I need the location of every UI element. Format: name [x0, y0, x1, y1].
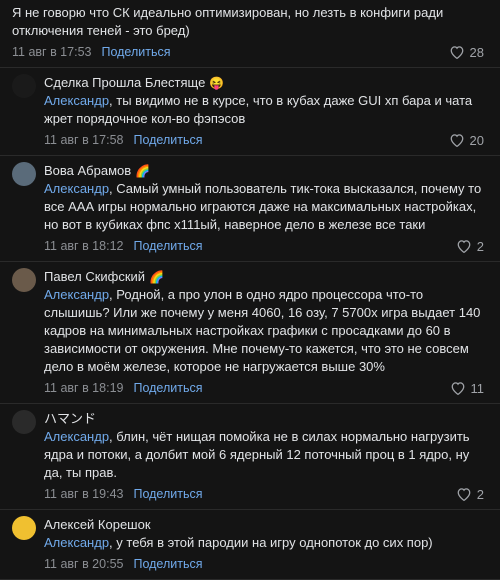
like-count: 20 [469, 132, 484, 148]
comment-meta: 11 авг в 17:53 Поделиться 28 [12, 40, 484, 64]
share-button[interactable]: Поделиться [133, 133, 202, 147]
comment-meta: 11 авг в 20:55 Поделиться [44, 552, 484, 576]
reply-mention-link[interactable]: Александр [44, 181, 109, 196]
like-button[interactable]: 2 [456, 487, 484, 502]
heart-icon [457, 240, 471, 253]
like-count: 11 [470, 380, 485, 396]
like-count: 2 [476, 486, 484, 502]
author-name-text: ハマンド [44, 411, 97, 426]
author-name[interactable]: Алексей Корешок [44, 516, 484, 534]
author-name[interactable]: Сделка Прошла Блестяще 😝 [44, 74, 484, 92]
comment-item: Вова Абрамов 🌈 Александр, Самый умный поль… [0, 156, 500, 258]
share-button[interactable]: Поделиться [133, 557, 202, 571]
comment-text: Александр, Самый умный пользователь тик-… [44, 180, 484, 234]
avatar[interactable] [12, 74, 36, 98]
comment-item: Алексей Корешок Александр, у тебя в этой … [0, 510, 500, 576]
heart-icon [451, 382, 464, 395]
comment-text: Александр, Родной, а про улон в одно ядр… [44, 286, 484, 376]
author-name-text: Сделка Прошла Блестяще [44, 75, 206, 90]
status-emoji-icon: 😝 [209, 76, 225, 90]
author-name-text: Вова Абрамов [44, 163, 132, 178]
heart-icon [450, 46, 463, 59]
comment-body: , Родной, а про улон в одно ядро процесс… [44, 287, 481, 374]
comment-text: Александр, блин, чёт нищая помойка не в … [44, 428, 484, 482]
comment-meta: 11 авг в 18:12 Поделиться 2 [44, 234, 484, 258]
author-name-text: Павел Скифский [44, 269, 146, 284]
author-name[interactable]: Павел Скифский 🌈 [44, 268, 484, 286]
author-name-text: Алексей Корешок [44, 517, 151, 532]
share-button[interactable]: Поделиться [133, 239, 202, 253]
comment-item: Сделка Прошла Блестяще 😝 Александр, ты вид… [0, 68, 500, 152]
comment-meta: 11 авг в 18:19 Поделиться 11 [44, 376, 484, 400]
comment-date[interactable]: 11 авг в 17:53 [12, 45, 91, 59]
comment-meta: 11 авг в 19:43 Поделиться 2 [44, 482, 484, 506]
comment-text: Александр, у тебя в этой пародии на игру… [44, 534, 484, 552]
avatar[interactable] [12, 268, 36, 292]
like-count: 2 [476, 238, 484, 254]
status-emoji-icon: 🌈 [135, 164, 151, 178]
top-comment: Я не говорю что СК идеально оптимизирова… [0, 0, 500, 64]
like-button[interactable]: 20 [449, 133, 484, 148]
author-name[interactable]: ハマンド [44, 410, 484, 428]
comment-body: , ты видимо не в курсе, что в кубах даже… [44, 93, 473, 126]
like-count: 28 [469, 44, 484, 60]
share-button[interactable]: Поделиться [101, 45, 170, 59]
comment-list: Сделка Прошла Блестяще 😝 Александр, ты вид… [0, 68, 500, 580]
status-emoji-icon: 🌈 [149, 270, 165, 284]
author-name[interactable]: Вова Абрамов 🌈 [44, 162, 484, 180]
comment-date[interactable]: 11 авг в 18:12 [44, 239, 123, 253]
comment-text: Я не говорю что СК идеально оптимизирова… [12, 5, 444, 38]
like-button[interactable]: 28 [449, 45, 484, 60]
avatar[interactable] [12, 410, 36, 434]
share-button[interactable]: Поделиться [133, 487, 202, 501]
heart-icon [450, 134, 463, 147]
comment-text: Александр, ты видимо не в курсе, что в к… [44, 92, 484, 128]
comment-body: , Самый умный пользователь тик-тока выск… [44, 181, 482, 232]
reply-mention-link[interactable]: Александр [44, 429, 109, 444]
comment-date[interactable]: 11 авг в 18:19 [44, 381, 123, 395]
avatar[interactable] [12, 516, 36, 540]
comment-body: , у тебя в этой пародии на игру однопото… [109, 535, 433, 550]
like-button[interactable]: 2 [456, 239, 484, 254]
comment-item: ハマンド Александр, блин, чёт нищая помойка н… [0, 404, 500, 506]
heart-icon [457, 488, 471, 501]
comment-date[interactable]: 11 авг в 17:58 [44, 133, 123, 147]
comment-item: Павел Скифский 🌈 Александр, Родной, а про … [0, 262, 500, 400]
comment-date[interactable]: 11 авг в 20:55 [44, 557, 123, 571]
comment-meta: 11 авг в 17:58 Поделиться 20 [44, 128, 484, 152]
share-button[interactable]: Поделиться [133, 381, 202, 395]
comment-date[interactable]: 11 авг в 19:43 [44, 487, 123, 501]
reply-mention-link[interactable]: Александр [44, 535, 109, 550]
avatar[interactable] [12, 162, 36, 186]
reply-mention-link[interactable]: Александр [44, 93, 109, 108]
reply-mention-link[interactable]: Александр [44, 287, 109, 302]
like-button[interactable]: 11 [450, 380, 485, 396]
